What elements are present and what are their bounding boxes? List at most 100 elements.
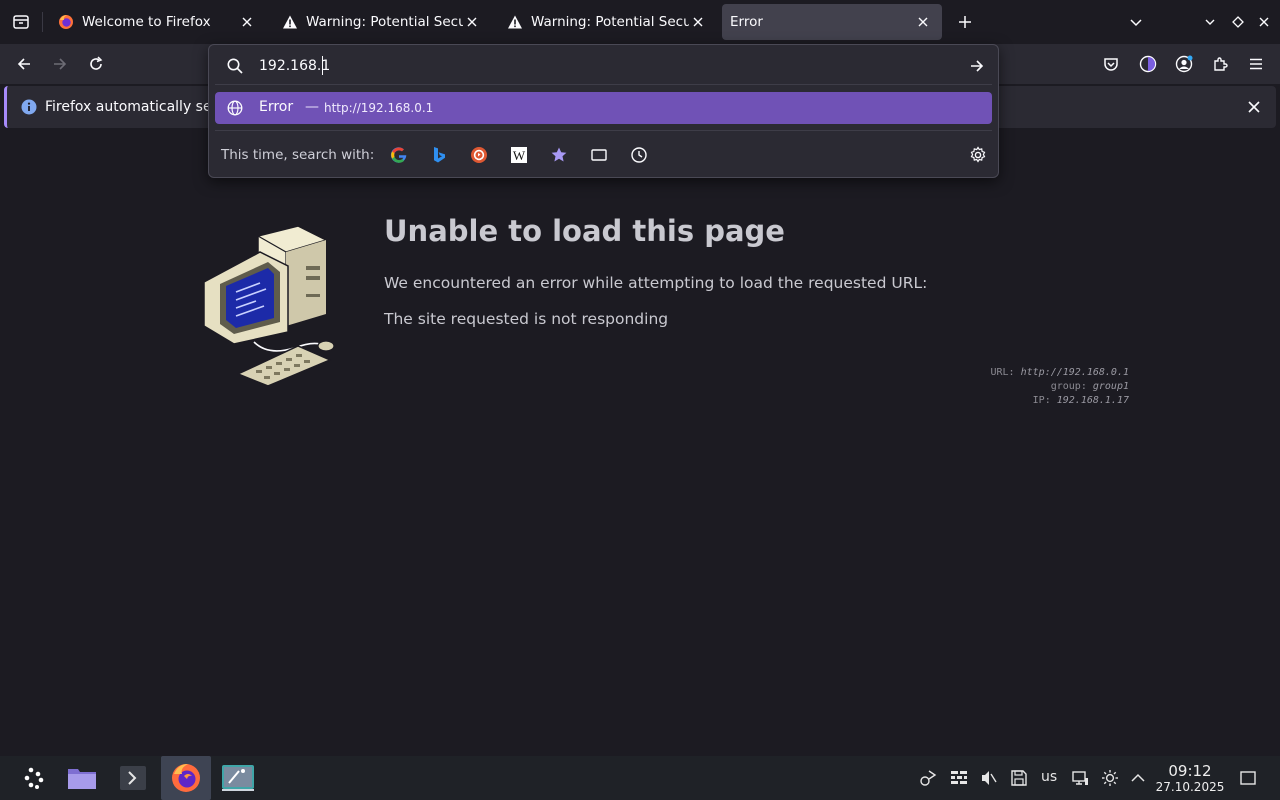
hamburger-menu-icon bbox=[1250, 58, 1262, 70]
forward-button[interactable] bbox=[46, 50, 74, 78]
show-desktop-button[interactable] bbox=[1238, 768, 1258, 788]
volume-muted-icon bbox=[982, 771, 997, 785]
storage-tray[interactable] bbox=[1009, 768, 1029, 788]
warning-icon bbox=[282, 14, 298, 30]
urlbar-dropdown: Error — http://192.168.0.1 This time, se… bbox=[208, 44, 999, 178]
tab-warning-1[interactable]: Warning: Potential Security bbox=[270, 4, 491, 40]
account-icon bbox=[1175, 55, 1193, 73]
warning-icon bbox=[507, 14, 523, 30]
arrow-right-icon bbox=[971, 60, 984, 72]
digital-clock[interactable]: 09:12 27.10.2025 bbox=[1152, 762, 1228, 795]
history-icon bbox=[631, 147, 647, 163]
terminal-icon bbox=[120, 766, 146, 790]
close-tab-icon[interactable] bbox=[914, 13, 932, 31]
group-detail: group: group1 bbox=[1050, 381, 1129, 392]
maximize-button[interactable] bbox=[1228, 12, 1248, 32]
close-tab-icon[interactable] bbox=[689, 13, 707, 31]
clock-date: 27.10.2025 bbox=[1155, 780, 1225, 794]
history-search-button[interactable] bbox=[629, 145, 649, 165]
file-manager-task[interactable] bbox=[60, 756, 104, 800]
account-sync-button[interactable] bbox=[1134, 50, 1162, 78]
tab-welcome[interactable]: Welcome to Firefox bbox=[46, 4, 266, 40]
result-title: Error bbox=[259, 99, 294, 115]
reload-button[interactable] bbox=[82, 50, 110, 78]
firewall-icon bbox=[951, 771, 967, 784]
chevron-down-icon bbox=[1130, 19, 1142, 27]
one-off-search-label: This time, search with: bbox=[221, 147, 375, 163]
result-url: http://192.168.0.1 bbox=[324, 101, 434, 115]
tabs-search-button[interactable] bbox=[589, 145, 609, 165]
tab-warning-2[interactable]: Warning: Potential Security bbox=[495, 4, 717, 40]
google-icon bbox=[390, 147, 407, 163]
tabs-icon bbox=[591, 149, 607, 161]
kde-connect-tray[interactable] bbox=[918, 768, 938, 788]
arrow-left-icon bbox=[17, 58, 30, 70]
chevron-up-icon bbox=[1131, 773, 1145, 782]
arrow-right-icon bbox=[54, 58, 67, 70]
close-notification-button[interactable] bbox=[1244, 97, 1264, 117]
computer-illustration bbox=[203, 225, 335, 387]
tab-strip: Welcome to Firefox Warning: Potential Se… bbox=[0, 0, 1280, 44]
back-button[interactable] bbox=[10, 50, 38, 78]
tab-error[interactable]: Error bbox=[722, 4, 942, 40]
tab-title: Warning: Potential Security bbox=[531, 14, 689, 30]
pocket-icon bbox=[1104, 58, 1118, 71]
folder-icon bbox=[68, 769, 96, 789]
divider bbox=[215, 84, 992, 85]
network-tray[interactable] bbox=[1070, 768, 1090, 788]
firefox-view-icon bbox=[13, 15, 29, 29]
bookmarks-icon bbox=[551, 147, 567, 162]
puzzle-icon bbox=[1214, 57, 1228, 71]
close-tab-icon[interactable] bbox=[463, 13, 481, 31]
svg-text:W: W bbox=[513, 148, 526, 163]
error-description: We encountered an error while attempting… bbox=[384, 274, 928, 292]
list-all-tabs-button[interactable] bbox=[1126, 12, 1146, 32]
firewall-tray[interactable] bbox=[949, 768, 969, 788]
plus-icon bbox=[959, 16, 971, 28]
extensions-button[interactable] bbox=[1206, 50, 1234, 78]
duckduckgo-icon bbox=[471, 147, 487, 163]
google-search-button[interactable] bbox=[389, 145, 409, 165]
wired-network-icon bbox=[1072, 771, 1088, 785]
ip-detail: IP: 192.168.1.17 bbox=[1032, 395, 1129, 406]
wikipedia-search-button[interactable]: W bbox=[509, 145, 529, 165]
firefox-view-button[interactable] bbox=[8, 9, 34, 35]
pocket-button[interactable] bbox=[1097, 50, 1125, 78]
minimize-button[interactable] bbox=[1200, 12, 1220, 32]
minimize-icon bbox=[1205, 19, 1215, 25]
terminal-task[interactable] bbox=[110, 756, 156, 800]
screenshot-app-icon bbox=[222, 765, 254, 791]
show-desktop-icon bbox=[1240, 771, 1256, 785]
screenshot-tool-task[interactable] bbox=[213, 756, 263, 800]
result-separator: — bbox=[305, 99, 319, 115]
search-icon bbox=[227, 58, 243, 74]
firefox-task[interactable] bbox=[161, 756, 211, 800]
divider bbox=[215, 130, 992, 131]
brightness-icon bbox=[1102, 770, 1118, 786]
close-window-button[interactable] bbox=[1254, 12, 1274, 32]
close-tab-icon[interactable] bbox=[238, 13, 256, 31]
launcher-icon bbox=[24, 767, 44, 789]
volume-tray[interactable] bbox=[979, 768, 999, 788]
vpn-icon bbox=[1139, 55, 1157, 73]
clock-time: 09:12 bbox=[1168, 762, 1212, 780]
show-hidden-icons-button[interactable] bbox=[1128, 768, 1148, 788]
url-detail: URL: http://192.168.0.1 bbox=[990, 367, 1130, 378]
urlbar-result-row[interactable]: Error — http://192.168.0.1 bbox=[215, 92, 992, 124]
bing-search-button[interactable] bbox=[429, 145, 449, 165]
bookmarks-search-button[interactable] bbox=[549, 145, 569, 165]
application-launcher[interactable] bbox=[14, 756, 54, 800]
info-icon bbox=[21, 99, 37, 115]
error-reason: The site requested is not responding bbox=[384, 310, 669, 328]
brightness-tray[interactable] bbox=[1100, 768, 1120, 788]
close-icon bbox=[1259, 17, 1269, 27]
app-menu-button[interactable] bbox=[1242, 50, 1270, 78]
new-tab-button[interactable] bbox=[952, 9, 978, 35]
account-button[interactable] bbox=[1170, 50, 1198, 78]
url-input[interactable] bbox=[259, 55, 939, 77]
tab-title: Warning: Potential Security bbox=[306, 14, 463, 30]
duckduckgo-search-button[interactable] bbox=[469, 145, 489, 165]
go-button[interactable] bbox=[966, 55, 988, 77]
search-settings-button[interactable] bbox=[968, 145, 988, 165]
keyboard-layout-indicator[interactable]: us bbox=[1041, 769, 1057, 785]
